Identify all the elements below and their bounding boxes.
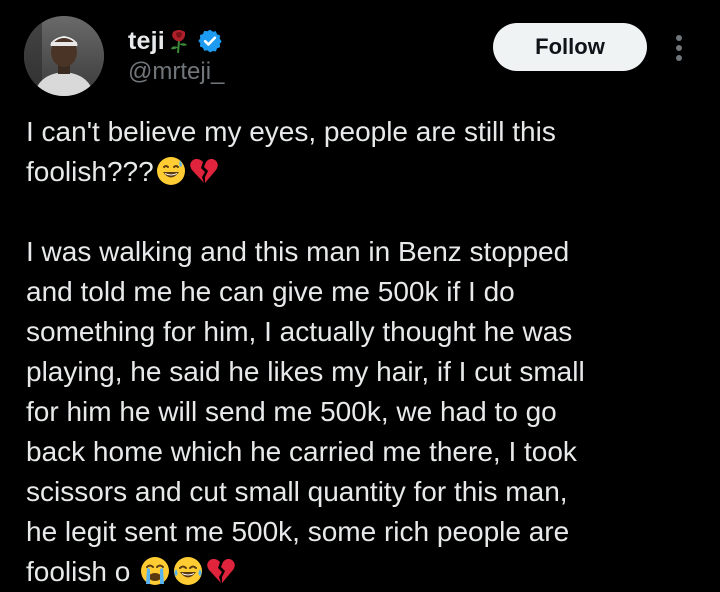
display-name[interactable]: teji: [128, 27, 165, 56]
tweet-line: something for him, I actually thought he…: [26, 316, 573, 347]
tweet-line-text: foolish o: [26, 556, 131, 587]
avatar[interactable]: [24, 16, 104, 96]
user-handle[interactable]: @mrteji_: [128, 58, 224, 86]
wilted-rose-icon: [167, 28, 191, 54]
broken-heart-icon: [205, 555, 237, 587]
more-vertical-icon[interactable]: [668, 30, 690, 66]
follow-button[interactable]: Follow: [493, 23, 647, 71]
grinning-sweat-icon: [155, 155, 187, 187]
tweet-line: I was walking and this man in Benz stopp…: [26, 236, 570, 267]
tweet-line: I can't believe my eyes, people are stil…: [26, 116, 556, 147]
verified-badge-icon: [197, 28, 223, 54]
name-row: teji: [128, 26, 223, 56]
tweet-line: back home which he carried me there, I t…: [26, 436, 577, 467]
tweet-line: he legit sent me 500k, some rich people …: [26, 516, 570, 547]
loudly-crying-icon: [139, 555, 171, 587]
tweet-line: scissors and cut small quantity for this…: [26, 476, 568, 507]
broken-heart-icon: [188, 155, 220, 187]
tweet-text: I can't believe my eyes, people are stil…: [26, 112, 706, 592]
tweet-line-text: foolish???: [26, 156, 154, 187]
tweet-line: foolish o: [26, 552, 706, 592]
tweet-line: for him he will send me 500k, we had to …: [26, 396, 557, 427]
tweet-card: teji @mrteji_ Follow I can't believe my …: [0, 0, 720, 592]
tears-of-joy-icon: [172, 555, 204, 587]
tweet-line: playing, he said he likes my hair, if I …: [26, 356, 585, 387]
tweet-line: foolish???: [26, 152, 706, 192]
tweet-line: and told me he can give me 500k if I do: [26, 276, 515, 307]
